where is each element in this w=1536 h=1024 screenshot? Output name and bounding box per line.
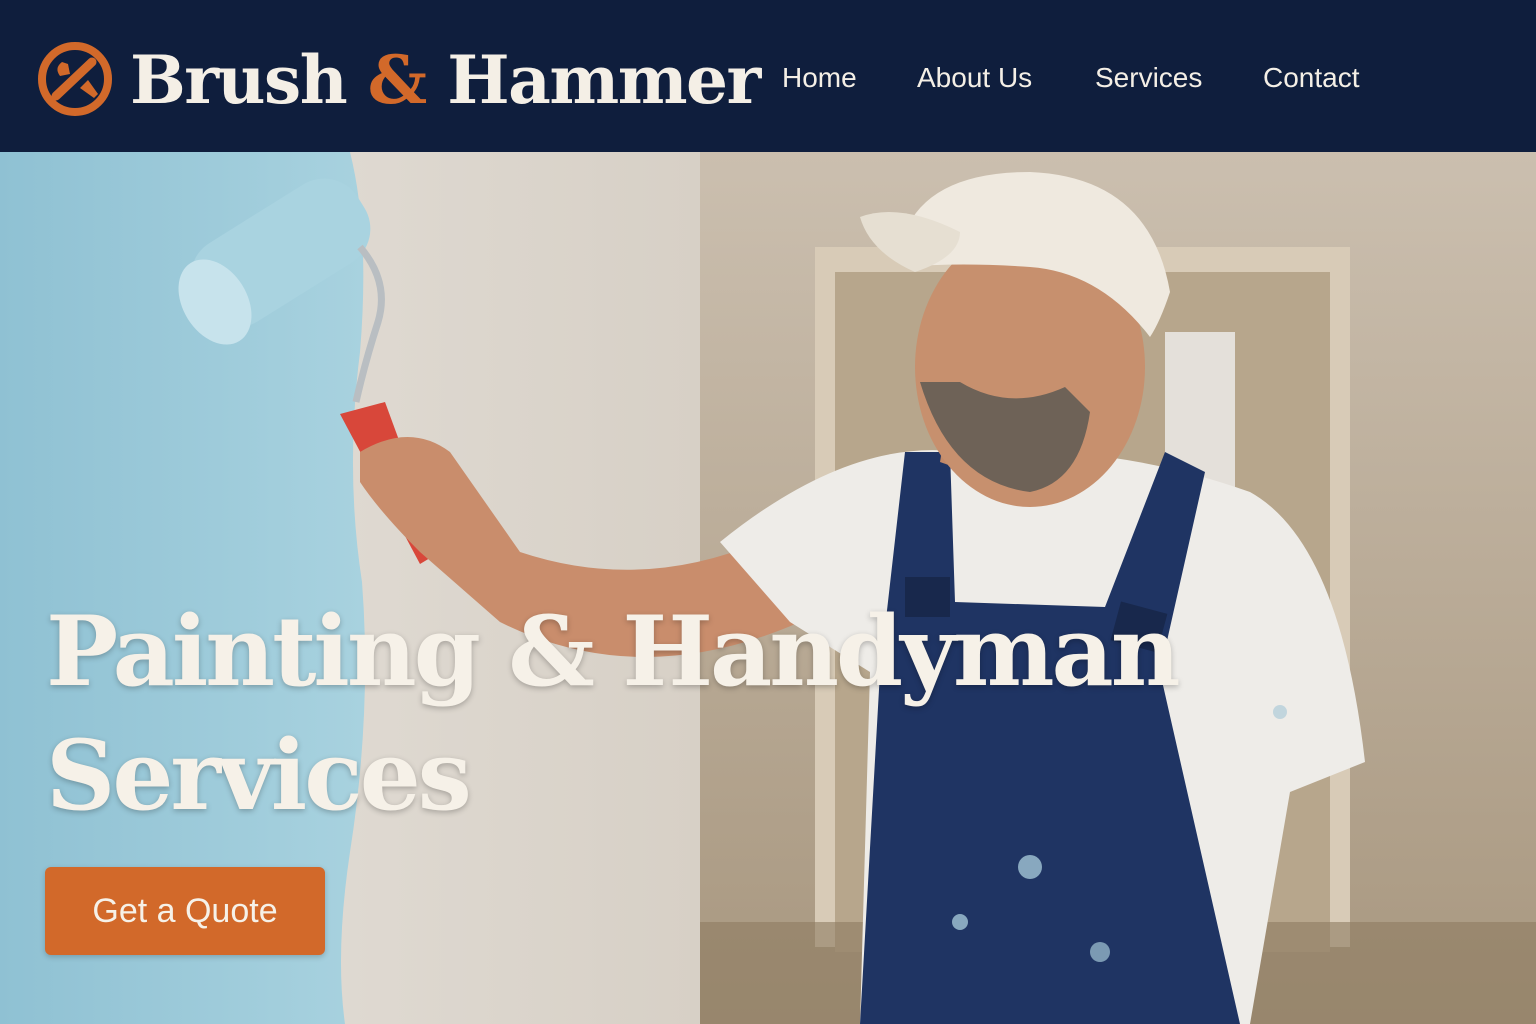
site-header: Brush & Hammer Home About Us Services Co… (0, 0, 1536, 152)
hero-headline-line1: Painting & Handyman (46, 595, 1181, 708)
nav-services[interactable]: Services (1095, 58, 1202, 98)
hero-section: Painting & Handyman Services Get a Quote (0, 152, 1536, 1024)
hero-headline: Painting & Handyman Services (46, 590, 1246, 838)
main-nav: Home About Us Services Contact (0, 58, 1536, 98)
nav-home[interactable]: Home (782, 58, 857, 98)
nav-contact[interactable]: Contact (1263, 58, 1360, 98)
nav-about-us[interactable]: About Us (917, 58, 1032, 98)
get-a-quote-button[interactable]: Get a Quote (45, 867, 325, 955)
hero-headline-line2: Services (46, 719, 472, 832)
